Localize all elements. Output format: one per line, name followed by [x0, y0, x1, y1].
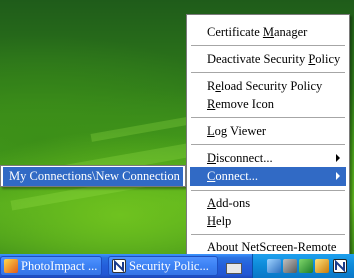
menu-separator — [191, 234, 345, 235]
taskbar-button-photoimpact[interactable]: PhotoImpact ... — [0, 256, 102, 276]
netscreen-n-icon[interactable] — [333, 259, 347, 273]
menu-item-accelerator: A — [207, 196, 217, 210]
connect-submenu: My Connections\New Connection — [0, 165, 186, 187]
menu-item-text: og Viewer — [214, 124, 267, 138]
tray-context-menu: Certificate Manager Deactivate Security … — [186, 14, 350, 258]
menu-item-reload-security-policy[interactable]: Reload Security Policy — [190, 77, 346, 96]
menu-separator — [191, 72, 345, 73]
menu-item-text: olicy — [315, 52, 341, 66]
menu-separator — [191, 190, 345, 191]
shield-icon[interactable] — [299, 259, 313, 273]
netscreen-icon — [112, 259, 126, 273]
menu-item-text: load Security Policy — [220, 79, 323, 93]
menu-item-accelerator: L — [207, 124, 215, 138]
taskbar-button-label: Security Polic... — [129, 259, 209, 273]
submenu-item-new-connection[interactable]: My Connections\New Connection — [3, 167, 183, 186]
menu-item-add-ons[interactable]: Add-ons — [190, 194, 346, 213]
speaker-icon[interactable] — [283, 259, 297, 273]
submenu-arrow-icon — [336, 154, 340, 162]
menu-separator — [191, 45, 345, 46]
menu-item-accelerator: H — [207, 214, 217, 228]
menu-item-help[interactable]: Help — [190, 212, 346, 231]
menu-item-remove-icon[interactable]: Remove Icon — [190, 95, 346, 114]
menu-item-text: dd-ons — [216, 196, 251, 210]
menu-item-text: onnect... — [215, 169, 259, 183]
menu-item-accelerator: M — [262, 25, 274, 39]
submenu-arrow-icon — [336, 172, 340, 180]
menu-item-certificate-manager[interactable]: Certificate Manager — [190, 23, 346, 42]
taskbar-button-label: PhotoImpact ... — [21, 259, 98, 273]
menu-item-connect[interactable]: Connect... — [190, 167, 346, 186]
menu-item-text: elp — [216, 214, 232, 228]
taskbar-button-security-policy[interactable]: Security Polic... — [108, 256, 218, 276]
submenu-item-label: My Connections\New Connection — [9, 169, 180, 183]
security-icon[interactable] — [315, 259, 329, 273]
menu-item-accelerator: D — [207, 151, 217, 165]
menu-item-log-viewer[interactable]: Log Viewer — [190, 122, 346, 141]
menu-item-text: Deactivate Security — [207, 52, 309, 66]
network-icon[interactable] — [267, 259, 281, 273]
menu-item-deactivate-security-policy[interactable]: Deactivate Security Policy — [190, 50, 346, 69]
menu-item-text: About NetScreen-Remote — [207, 240, 337, 254]
menu-separator — [191, 144, 345, 145]
photoimpact-icon — [4, 259, 18, 273]
menu-item-text: Certificate — [207, 25, 263, 39]
keyboard-icon[interactable] — [226, 263, 242, 274]
menu-item-disconnect[interactable]: Disconnect... — [190, 149, 346, 168]
menu-item-text: anager — [274, 25, 308, 39]
taskbar: PhotoImpact ... Security Polic... — [0, 254, 354, 278]
menu-separator — [191, 117, 345, 118]
system-tray — [252, 254, 354, 278]
menu-item-text: isconnect... — [216, 151, 273, 165]
menu-item-text: emove Icon — [215, 97, 274, 111]
